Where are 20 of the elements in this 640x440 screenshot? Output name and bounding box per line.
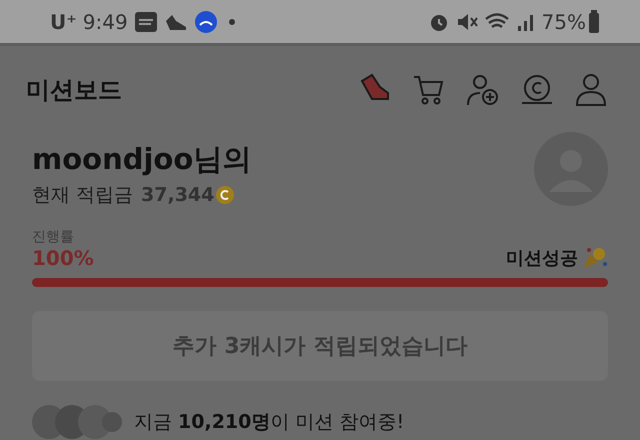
app-badge-icon xyxy=(194,10,218,34)
battery-icon xyxy=(588,10,600,34)
participants-text: 지금 10,210명이 미션 참여중! xyxy=(134,410,404,435)
participant-avatars-icon xyxy=(32,405,122,439)
add-user-icon[interactable] xyxy=(466,73,500,107)
balance-amount: 37,344 xyxy=(141,184,214,206)
progress-percent: 100% xyxy=(32,246,94,270)
page-title: 미션보드 xyxy=(26,75,123,106)
mission-status: 미션성공 xyxy=(506,247,578,270)
coin-icon[interactable] xyxy=(520,73,554,107)
party-icon xyxy=(582,246,608,270)
carrier: U⁺ xyxy=(50,10,77,34)
notes-app-icon xyxy=(134,10,158,34)
balance-label: 현재 적립금 xyxy=(32,183,134,208)
coin-icon xyxy=(216,186,234,204)
user-icon[interactable] xyxy=(574,73,608,107)
battery-level: 75% xyxy=(542,10,586,34)
clock: 9:49 xyxy=(82,10,128,34)
user-name: moondjoo님의 xyxy=(32,141,252,178)
cart-icon[interactable] xyxy=(412,73,446,107)
